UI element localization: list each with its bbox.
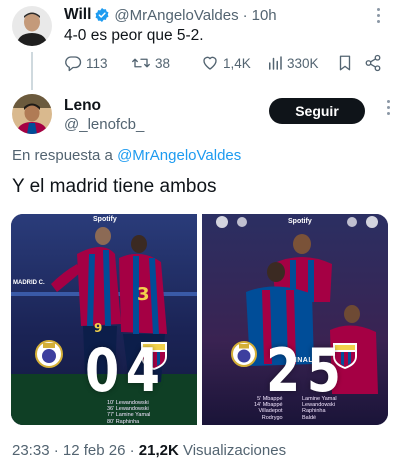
heart-icon <box>201 54 219 72</box>
scorers-home-list: 5' Mbappé 14' Mbappé Villadepot Rodrygo <box>254 396 283 421</box>
verified-badge-icon <box>94 7 110 23</box>
views-label: Visualizaciones <box>182 442 287 459</box>
tweet-header: Will @MrAngeloValdes · 10h <box>64 6 277 24</box>
svg-text:3: 3 <box>137 284 150 305</box>
reply-button[interactable]: 113 <box>64 54 108 72</box>
stadium-banner: MADRID C. <box>13 280 45 286</box>
replying-to-mention[interactable]: @MrAngeloValdes <box>117 147 241 164</box>
reply-author-avatar[interactable] <box>12 94 52 134</box>
sponsor-label: Spotify <box>288 218 312 225</box>
views-icon <box>267 54 283 72</box>
scorers-away-list: Lamine Yamal Lewandowski Raphinha Baldé <box>302 396 337 421</box>
more-options-icon[interactable] <box>387 100 390 115</box>
like-count: 1,4K <box>223 55 251 71</box>
more-options-icon[interactable] <box>377 8 380 23</box>
bookmark-icon <box>337 54 353 72</box>
tweet-time[interactable]: 10h <box>252 7 277 24</box>
reply-icon <box>64 54 82 72</box>
author-handle[interactable]: @MrAngeloValdes <box>114 7 238 24</box>
share-button[interactable] <box>364 54 382 72</box>
score-away: 4 <box>125 336 160 406</box>
tweet-actions: 113 38 1,4K 330K <box>64 54 384 74</box>
repost-icon <box>131 54 151 72</box>
svg-text:9: 9 <box>94 321 102 335</box>
reply-author-name[interactable]: Leno <box>64 97 101 115</box>
match-image-right[interactable]: Spotify FINAL 25 5' Mbappé 14' Mbappé Vi… <box>202 214 388 425</box>
replying-to-line: En respuesta a @MrAngeloValdes <box>12 147 241 164</box>
replying-to-label: En respuesta a <box>12 147 113 164</box>
views-count: 21,2K <box>138 442 179 459</box>
tweet-text: 4-0 es peor que 5-2. <box>64 27 204 44</box>
author-avatar[interactable] <box>12 6 52 46</box>
tweet-timestamp[interactable]: 23:33 · 12 feb 26 · <box>12 442 135 459</box>
share-icon <box>364 54 382 72</box>
reply-text: Y el madrid tiene ambos <box>12 176 217 197</box>
follow-button[interactable]: Seguir <box>269 98 365 124</box>
reply-author-handle[interactable]: @_lenofcb_ <box>64 116 144 133</box>
tweet-meta: 23:33 · 12 feb 26 · 21,2K Visualizacione… <box>12 442 286 459</box>
match-image-left[interactable]: 3 9 Spotify MADRID C. 04 10' Lewandowski… <box>11 214 197 425</box>
score-home: 0 <box>85 336 119 406</box>
views-button[interactable]: 330K <box>267 54 319 72</box>
repost-count: 38 <box>155 55 171 71</box>
like-button[interactable]: 1,4K <box>201 54 251 72</box>
scorers-list: 10' Lewandowski 36' Lewandowski 77' Lami… <box>107 400 151 425</box>
thread-connector <box>31 52 33 90</box>
separator-dot: · <box>242 6 248 24</box>
author-name[interactable]: Will <box>64 6 91 24</box>
reply-count: 113 <box>86 55 108 71</box>
views-count: 330K <box>287 55 319 71</box>
repost-button[interactable]: 38 <box>131 54 170 72</box>
score-display: 04 <box>85 341 160 401</box>
sponsor-label: Spotify <box>93 216 117 223</box>
bookmark-button[interactable] <box>337 54 353 72</box>
score-display: 25 <box>266 341 341 401</box>
